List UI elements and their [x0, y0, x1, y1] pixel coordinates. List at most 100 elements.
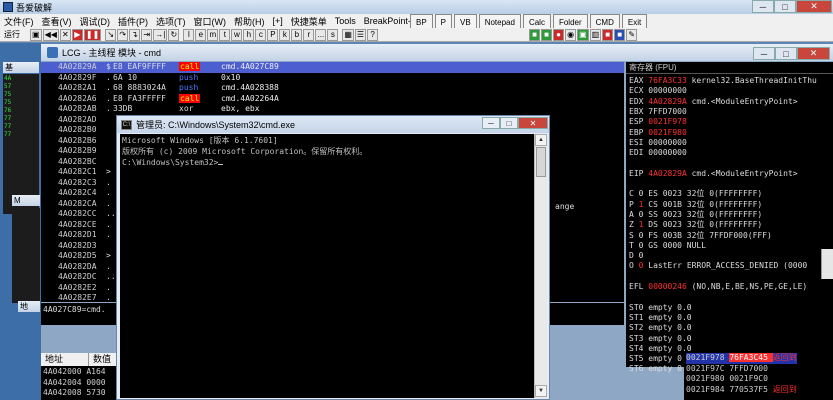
toolbar-t[interactable]: t — [219, 28, 231, 41]
register-line[interactable]: ST3 empty 0.0 — [629, 334, 692, 345]
rewind-icon[interactable]: ◀◀ — [42, 28, 59, 41]
stack-row[interactable]: 0021F980 0021F9C0 — [686, 374, 797, 385]
plugin6-icon[interactable]: ▥ — [589, 28, 602, 41]
close-proc-icon[interactable]: ✕ — [59, 28, 71, 41]
register-line[interactable]: ECX 00000000 — [629, 86, 687, 97]
cpu-close-button[interactable]: ✕ — [797, 47, 830, 60]
minimize-button[interactable]: ─ — [752, 0, 774, 13]
dump-row[interactable]: 4A042008 5730 — [43, 388, 106, 399]
goto-icon[interactable]: ↻ — [168, 28, 180, 41]
register-line[interactable]: ESI 00000000 — [629, 138, 687, 149]
cmd-close-button[interactable]: ✕ — [518, 117, 548, 129]
plugin3-icon[interactable]: ● — [553, 28, 565, 41]
register-line[interactable]: D 0 — [629, 251, 643, 262]
trace-over-icon[interactable]: ⇥ — [141, 28, 153, 41]
toolbar-dots[interactable]: ... — [315, 28, 327, 41]
dump-row[interactable]: 4A042000 A164 — [43, 367, 106, 378]
cmd-maximize-button[interactable]: □ — [500, 117, 518, 129]
register-line[interactable]: ST0 empty 0.0 — [629, 303, 692, 314]
plugin1-icon[interactable]: ■ — [529, 28, 541, 41]
menu-shortcut[interactable]: 快捷菜单 — [287, 15, 331, 28]
toolbar-s[interactable]: s — [327, 28, 339, 41]
menu-view[interactable]: 查看(V) — [38, 15, 76, 28]
register-line[interactable]: ESP 0021F978 — [629, 117, 687, 128]
menu-plugins[interactable]: 插件(P) — [114, 15, 152, 28]
plugin5-icon[interactable]: ▣ — [577, 28, 589, 41]
disasm-row[interactable]: 4A0282AB. 33DB xor ebx, ebx — [41, 104, 624, 115]
register-line[interactable]: EFL 00000246 (NO,NB,E,BE,NS,PE,GE,LE) — [629, 282, 807, 293]
cpu-maximize-button[interactable]: □ — [775, 47, 797, 60]
toolbar-e[interactable]: e — [195, 28, 207, 41]
scroll-thumb[interactable] — [536, 147, 546, 177]
menu-plus[interactable]: [+] — [269, 16, 287, 26]
stack-row[interactable]: 0021F978 76FA3C45 返回到 — [686, 353, 797, 364]
register-line[interactable]: EBP 0021F980 — [629, 128, 687, 139]
plugin8-icon[interactable]: ■ — [614, 28, 626, 41]
register-line[interactable]: Z 1 DS 0023 32位 0(FFFFFFFF) — [629, 220, 762, 231]
toolbar-k[interactable]: k — [279, 28, 291, 41]
cpu-minimize-button[interactable]: ─ — [753, 47, 775, 60]
cmd-minimize-button[interactable]: ─ — [482, 117, 500, 129]
menu-window[interactable]: 窗口(W) — [190, 15, 231, 28]
step-into-icon[interactable]: ↘ — [105, 28, 117, 41]
register-line[interactable]: P 1 CS 001B 32位 0(FFFFFFFF) — [629, 200, 762, 211]
dump-col-address[interactable]: 地址 — [41, 353, 89, 366]
register-line[interactable]: EDX 4A02829A cmd.<ModuleEntryPoint> — [629, 97, 798, 108]
grid-icon[interactable]: ▦ — [342, 28, 354, 41]
register-line[interactable]: ST2 empty 0.0 — [629, 323, 692, 334]
memory-window-title[interactable]: M — [12, 195, 40, 206]
register-line[interactable]: EIP 4A02829A cmd.<ModuleEntryPoint> — [629, 169, 798, 180]
plugin9-icon[interactable]: ✎ — [626, 28, 638, 41]
scroll-down-icon[interactable]: ▼ — [535, 385, 547, 397]
left-window-title[interactable]: 基 — [3, 62, 39, 73]
console-output[interactable]: Microsoft Windows [版本 6.1.7601] 版权所有 (c) … — [120, 134, 534, 398]
toolbar-l[interactable]: l — [183, 28, 195, 41]
maximize-button[interactable]: □ — [774, 0, 796, 13]
disasm-row[interactable]: 4A02829A $ E8 EAF9FFFF call cmd.4A027C89 — [41, 62, 624, 73]
stack-pane[interactable]: 0021F978 76FA3C45 返回到 0021F97C 7FFD7000 0… — [684, 353, 833, 400]
scroll-up-icon[interactable]: ▲ — [535, 134, 547, 146]
toolbar-h[interactable]: h — [243, 28, 255, 41]
disasm-row[interactable]: 4A02829F. 6A 10 push 0x10 — [41, 73, 624, 84]
plugin2-icon[interactable]: ■ — [541, 28, 553, 41]
settings-icon[interactable]: ☰ — [354, 28, 367, 41]
disasm-row[interactable]: 4A0282A6. E8 FA3FFFFF call cmd.4A02264A — [41, 93, 624, 105]
toolbar-p[interactable]: P — [267, 28, 279, 41]
register-line[interactable]: ST6 empty 0.0 — [629, 364, 692, 375]
register-line[interactable]: EBX 7FFD7000 — [629, 107, 687, 118]
disasm-row[interactable]: 4A0282A1. 68 8883024A push cmd.4A028388 — [41, 83, 624, 94]
pause-icon[interactable]: ❚❚ — [83, 28, 102, 41]
step-over-icon[interactable]: ↷ — [117, 28, 129, 41]
console-scrollbar[interactable]: ▲ ▼ — [534, 134, 547, 398]
menu-file[interactable]: 文件(F) — [0, 15, 38, 28]
toolbar-b[interactable]: b — [291, 28, 303, 41]
register-line[interactable]: S 0 FS 003B 32位 7FFDF000(FFF) — [629, 231, 772, 242]
toolbar-r[interactable]: r — [303, 28, 315, 41]
register-line[interactable]: EAX 76FA3C33 kernel32.BaseThreadInitThu — [629, 76, 817, 87]
menu-tools[interactable]: Tools — [331, 16, 360, 26]
registers-pane[interactable]: 寄存器 (FPU) EAX 76FA3C33 kernel32.BaseThre… — [626, 62, 833, 373]
toolbar-c[interactable]: c — [255, 28, 267, 41]
register-line[interactable]: T 0 GS 0000 NULL — [629, 241, 706, 252]
close-button[interactable]: ✕ — [796, 0, 832, 13]
register-line[interactable]: ST4 empty 0.0 — [629, 344, 692, 355]
toolbar-m[interactable]: m — [207, 28, 219, 41]
menu-help[interactable]: 帮助(H) — [230, 15, 269, 28]
register-line[interactable]: O 0 LastErr ERROR_ACCESS_DENIED (0000 — [629, 261, 807, 272]
dump-row[interactable]: 4A042004 0000 — [43, 378, 106, 389]
plugin4-icon[interactable]: ◉ — [565, 28, 577, 41]
registers-scrollbar[interactable] — [821, 249, 833, 279]
stack-row[interactable]: 0021F984 770537F5 返回到 — [686, 385, 797, 396]
execute-till-return-icon[interactable]: →| — [153, 28, 168, 41]
register-line[interactable]: EDI 00000000 — [629, 148, 687, 159]
register-line[interactable]: ST5 empty 0.0 — [629, 354, 692, 365]
register-line[interactable]: A 0 SS 0023 32位 0(FFFFFFFF) — [629, 210, 762, 221]
help-icon[interactable]: ? — [367, 28, 379, 41]
run-icon[interactable]: ▶ — [71, 28, 83, 41]
register-line[interactable]: ST1 empty 0.0 — [629, 313, 692, 324]
plugin7-icon[interactable]: ■ — [602, 28, 614, 41]
address-window-title[interactable]: 地 — [18, 301, 40, 312]
menu-options[interactable]: 选项(T) — [152, 15, 190, 28]
register-line[interactable]: C 0 ES 0023 32位 0(FFFFFFFF) — [629, 189, 762, 200]
stack-row[interactable]: 0021F97C 7FFD7000 — [686, 364, 797, 375]
